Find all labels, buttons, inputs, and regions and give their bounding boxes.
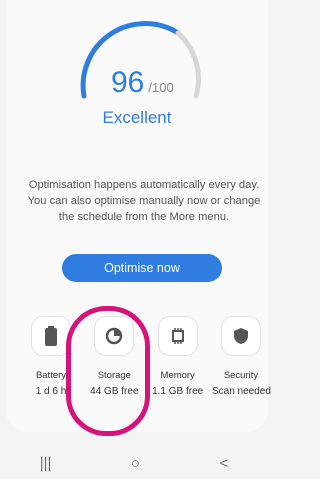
score-value: 96: [111, 66, 145, 99]
score-max: /100: [148, 80, 174, 95]
optimisation-description: Optimisation happens automatically every…: [27, 179, 261, 223]
navigation-bar: ||| ○ <: [0, 448, 268, 479]
recents-button[interactable]: |||: [40, 455, 52, 472]
tile-value: 1.1 GB free: [152, 386, 204, 397]
back-button[interactable]: <: [219, 455, 228, 472]
tile-label: Memory: [160, 370, 195, 381]
shield-icon: [220, 316, 261, 356]
security-tile[interactable]: Security Scan needed: [211, 316, 271, 397]
score-display: 96/100: [111, 66, 211, 100]
tile-value: Scan needed: [211, 386, 271, 397]
battery-icon: [31, 316, 71, 356]
optimise-now-button[interactable]: Optimise now: [62, 254, 222, 282]
tile-label: Security: [223, 370, 259, 381]
home-button[interactable]: ○: [131, 455, 140, 472]
score-rating: Excellent: [102, 108, 172, 127]
memory-chip-icon: [157, 316, 198, 356]
storage-highlight-annotation: [66, 306, 150, 436]
memory-tile[interactable]: Memory 1.1 GB free: [149, 316, 207, 397]
